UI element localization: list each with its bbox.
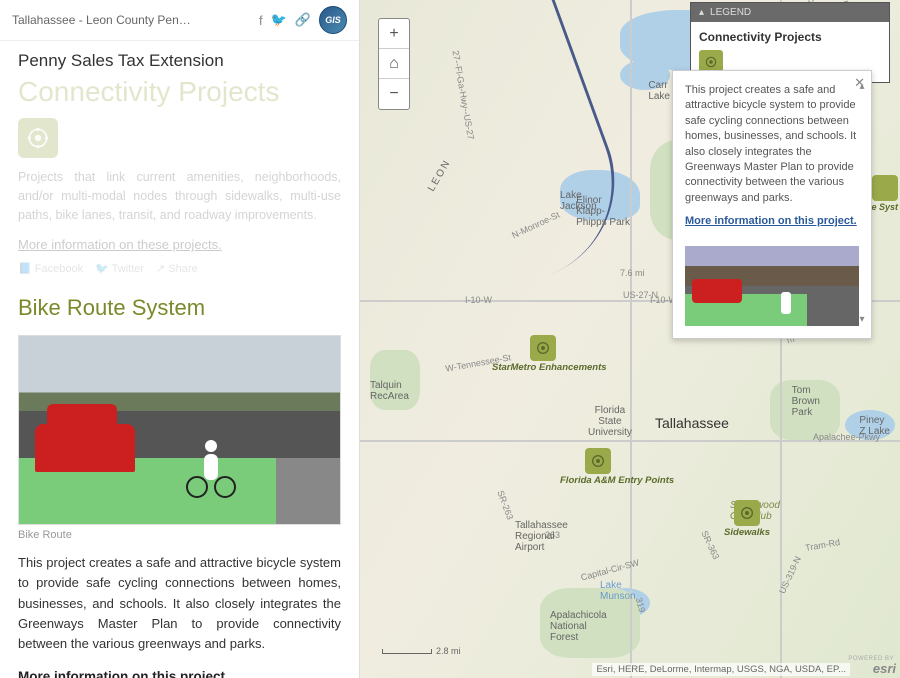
popup-text: This project creates a safe and attracti… <box>685 84 856 204</box>
place-label: Talquin RecArea <box>370 380 409 402</box>
app-title: Penny Sales Tax Extension <box>0 41 359 81</box>
connectivity-icon <box>18 118 58 158</box>
place-label: Piney Z Lake <box>859 415 890 437</box>
place-label: Tallahassee Regional Airport <box>515 520 568 553</box>
map-popup: ✕ This project creates a safe and attrac… <box>672 70 872 339</box>
more-info-link[interactable]: More information on these projects. <box>18 237 222 252</box>
map-controls: + ⌂ − <box>378 18 410 110</box>
road-label: I-10-W <box>465 295 492 305</box>
map-marker[interactable] <box>734 500 760 526</box>
popup-image <box>685 246 859 326</box>
sidebar-content[interactable]: Connectivity Projects Projects that link… <box>0 81 359 678</box>
share-generic[interactable]: ↗ Share <box>156 262 198 275</box>
scale-bar: 2.8 mi <box>382 646 461 656</box>
collapse-icon[interactable]: ▴ <box>699 7 704 18</box>
zoom-out-button[interactable]: − <box>379 79 409 109</box>
place-label: Carr Lake <box>648 80 670 102</box>
share-twitter[interactable]: 🐦 Twitter <box>95 262 144 275</box>
twitter-icon[interactable]: 🐦 <box>271 12 287 28</box>
popup-more-link[interactable]: More information on this project. <box>685 214 859 229</box>
legend-header[interactable]: ▴ LEGEND <box>691 3 889 22</box>
place-label: Tom Brown Park <box>792 385 820 418</box>
map-attribution: Esri, HERE, DeLorme, Intermap, USGS, NGA… <box>592 663 850 676</box>
home-button[interactable]: ⌂ <box>379 49 409 79</box>
scroll-down-icon[interactable]: ▾ <box>855 314 869 328</box>
section-title: Connectivity Projects <box>18 81 341 108</box>
breadcrumb: Tallahassee - Leon County Penny Sales... <box>12 13 192 27</box>
facebook-icon[interactable]: f <box>259 13 263 28</box>
scroll-up-icon[interactable]: ▴ <box>855 81 869 95</box>
share-row-faded: 📘 Facebook 🐦 Twitter ↗ Share <box>18 262 341 275</box>
road-label: 7.6 mi <box>620 268 645 278</box>
share-facebook[interactable]: 📘 Facebook <box>18 262 83 275</box>
map[interactable]: I-10-W I-10-W US-27-N N-Monroe-St W-Tenn… <box>360 0 900 678</box>
road-label: US-27-N <box>623 290 658 300</box>
article-more-link[interactable]: More information on this project. <box>18 669 229 678</box>
sidebar: Tallahassee - Leon County Penny Sales...… <box>0 0 360 678</box>
article-title: Bike Route System <box>18 295 341 321</box>
place-label: Elinor Klapp- Phipps Park <box>576 195 630 228</box>
article-image <box>18 335 341 525</box>
marker-label: Sidewalks <box>724 527 770 538</box>
place-label: Florida State University <box>588 405 632 438</box>
popup-scrollbar[interactable]: ▴ ▾ <box>855 81 869 328</box>
section-description: Projects that link current amenities, ne… <box>18 168 341 224</box>
map-marker-route[interactable] <box>872 175 898 201</box>
image-caption: Bike Route <box>18 529 341 541</box>
place-label: Apalachicola National Forest <box>550 610 607 643</box>
map-marker[interactable] <box>530 335 556 361</box>
city-label: Tallahassee <box>655 415 729 431</box>
marker-label: StarMetro Enhancements <box>492 362 607 373</box>
header-bar: Tallahassee - Leon County Penny Sales...… <box>0 0 359 41</box>
legend-title: Connectivity Projects <box>699 30 881 44</box>
map-marker[interactable] <box>585 448 611 474</box>
link-icon[interactable]: 🔗 <box>295 12 311 28</box>
prev-section-faded: Connectivity Projects Projects that link… <box>18 81 341 275</box>
article-body: This project creates a safe and attracti… <box>18 553 341 654</box>
zoom-in-button[interactable]: + <box>379 19 409 49</box>
gis-logo[interactable]: GIS <box>319 6 347 34</box>
esri-logo[interactable]: esri <box>873 661 896 676</box>
marker-label: Florida A&M Entry Points <box>560 475 674 486</box>
place-label: Lake Munson <box>600 580 636 602</box>
